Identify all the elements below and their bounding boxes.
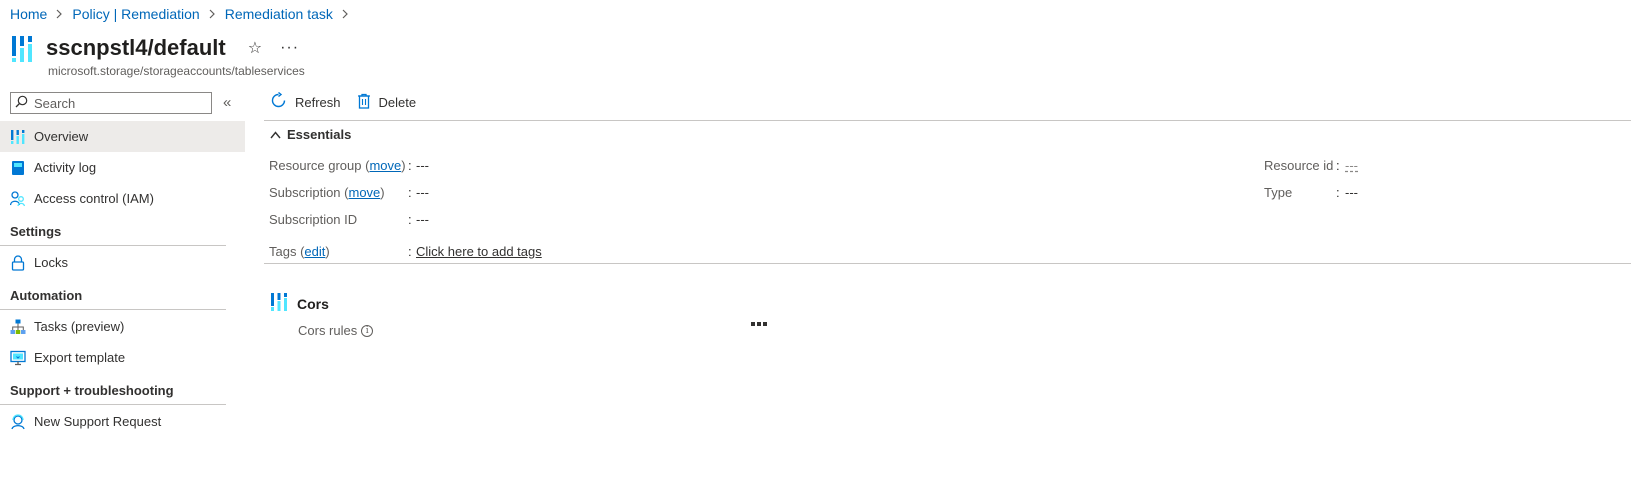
divider — [264, 263, 1631, 264]
essentials-label: Essentials — [287, 127, 352, 142]
resource-group-value: --- — [416, 158, 429, 173]
resource-id-value[interactable]: --- — [1345, 158, 1358, 173]
cors-rules-label-text: Cors rules — [298, 323, 358, 338]
subscription-label: Subscription (move) — [269, 185, 385, 200]
cors-rules-label: Cors rules i — [298, 323, 374, 338]
resource-group-label: Resource group (move) — [269, 158, 406, 173]
move-resource-group-link[interactable]: move — [369, 158, 401, 173]
sidebar-item-label: Overview — [34, 129, 89, 144]
colon: : — [408, 158, 412, 173]
page-subtitle: microsoft.storage/storageaccounts/tables… — [48, 64, 305, 78]
sidebar-item-new-support-request[interactable]: New Support Request — [0, 406, 245, 437]
sidebar-item-access-control[interactable]: Access control (IAM) — [0, 183, 245, 214]
chevron-up-icon — [270, 127, 287, 142]
colon: : — [408, 244, 412, 259]
essentials-toggle[interactable]: Essentials — [270, 127, 351, 142]
colon: : — [408, 212, 412, 227]
breadcrumb: Home Policy | Remediation Remediation ta… — [10, 6, 358, 22]
page-title: sscnpstl4/default — [46, 35, 226, 60]
sidebar-item-label: New Support Request — [34, 414, 162, 429]
colon: : — [408, 185, 412, 200]
sidebar-section-automation: Automation — [0, 278, 226, 310]
sidebar-item-label: Export template — [34, 350, 126, 365]
sidebar-item-tasks[interactable]: Tasks (preview) — [0, 311, 245, 342]
star-icon[interactable]: ☆ — [248, 38, 262, 58]
lock-icon — [10, 254, 26, 271]
sidebar-section-support: Support + troubleshooting — [0, 373, 226, 405]
edit-tags-link[interactable]: edit — [304, 244, 325, 259]
search-input[interactable] — [28, 95, 211, 111]
search-icon — [15, 95, 28, 111]
cors-section-header: Cors — [270, 292, 329, 315]
chevron-right-icon — [56, 6, 63, 22]
search-box — [10, 92, 212, 114]
support-icon — [10, 413, 26, 430]
delete-button[interactable]: Delete — [357, 93, 417, 112]
sidebar-item-activity-log[interactable]: Activity log — [0, 152, 245, 183]
sidebar-item-overview[interactable]: Overview — [0, 121, 245, 152]
refresh-label: Refresh — [295, 94, 341, 110]
breadcrumb-remediation-task[interactable]: Remediation task — [225, 6, 333, 22]
sidebar-section-settings: Settings — [0, 214, 226, 246]
tags-label-text: Tags — [269, 244, 297, 259]
sidebar-item-label: Activity log — [34, 160, 97, 175]
iam-icon — [10, 190, 26, 207]
collapse-sidebar-icon[interactable]: « — [223, 94, 231, 111]
colon: : — [1336, 158, 1340, 173]
sidebar-item-label: Locks — [34, 255, 68, 270]
command-bar: Refresh Delete — [270, 91, 432, 112]
move-subscription-link[interactable]: move — [349, 185, 381, 200]
subscription-id-value: --- — [416, 212, 429, 227]
sidebar-item-locks[interactable]: Locks — [0, 247, 245, 278]
resource-id-label: Resource id — [1264, 158, 1334, 173]
refresh-button[interactable]: Refresh — [270, 91, 341, 112]
table-service-icon — [10, 33, 36, 63]
page-header: sscnpstl4/default ☆ ··· — [10, 33, 299, 63]
subscription-value: --- — [416, 185, 429, 200]
breadcrumb-home[interactable]: Home — [10, 6, 47, 22]
overview-icon — [10, 129, 26, 145]
type-value: --- — [1345, 185, 1358, 200]
trash-icon — [357, 93, 379, 112]
add-tags-link[interactable]: Click here to add tags — [416, 244, 542, 259]
tags-label: Tags (edit) — [269, 244, 330, 259]
export-template-icon — [10, 350, 26, 366]
activity-log-icon — [10, 160, 26, 176]
tasks-icon — [10, 319, 26, 335]
divider — [264, 120, 1631, 121]
subscription-label-text: Subscription — [269, 185, 341, 200]
sidebar-item-label: Access control (IAM) — [34, 191, 154, 206]
more-options-icon[interactable]: ··· — [280, 39, 299, 57]
cors-title: Cors — [297, 295, 329, 312]
refresh-icon — [270, 91, 295, 112]
subscription-id-label: Subscription ID — [269, 212, 358, 227]
sidebar-item-label: Tasks (preview) — [34, 319, 125, 334]
chevron-right-icon — [342, 6, 349, 22]
table-service-icon — [270, 292, 288, 315]
breadcrumb-policy-remediation[interactable]: Policy | Remediation — [72, 6, 199, 22]
cors-rules-loading-icon — [751, 322, 767, 326]
resource-group-label-text: Resource group — [269, 158, 362, 173]
colon: : — [1336, 185, 1340, 200]
delete-label: Delete — [378, 94, 417, 110]
info-icon[interactable]: i — [361, 324, 374, 337]
sidebar-item-export-template[interactable]: Export template — [0, 342, 245, 373]
chevron-right-icon — [209, 6, 216, 22]
type-label: Type — [1264, 185, 1293, 200]
sidebar: Overview Activity log Access control (IA… — [0, 121, 245, 437]
